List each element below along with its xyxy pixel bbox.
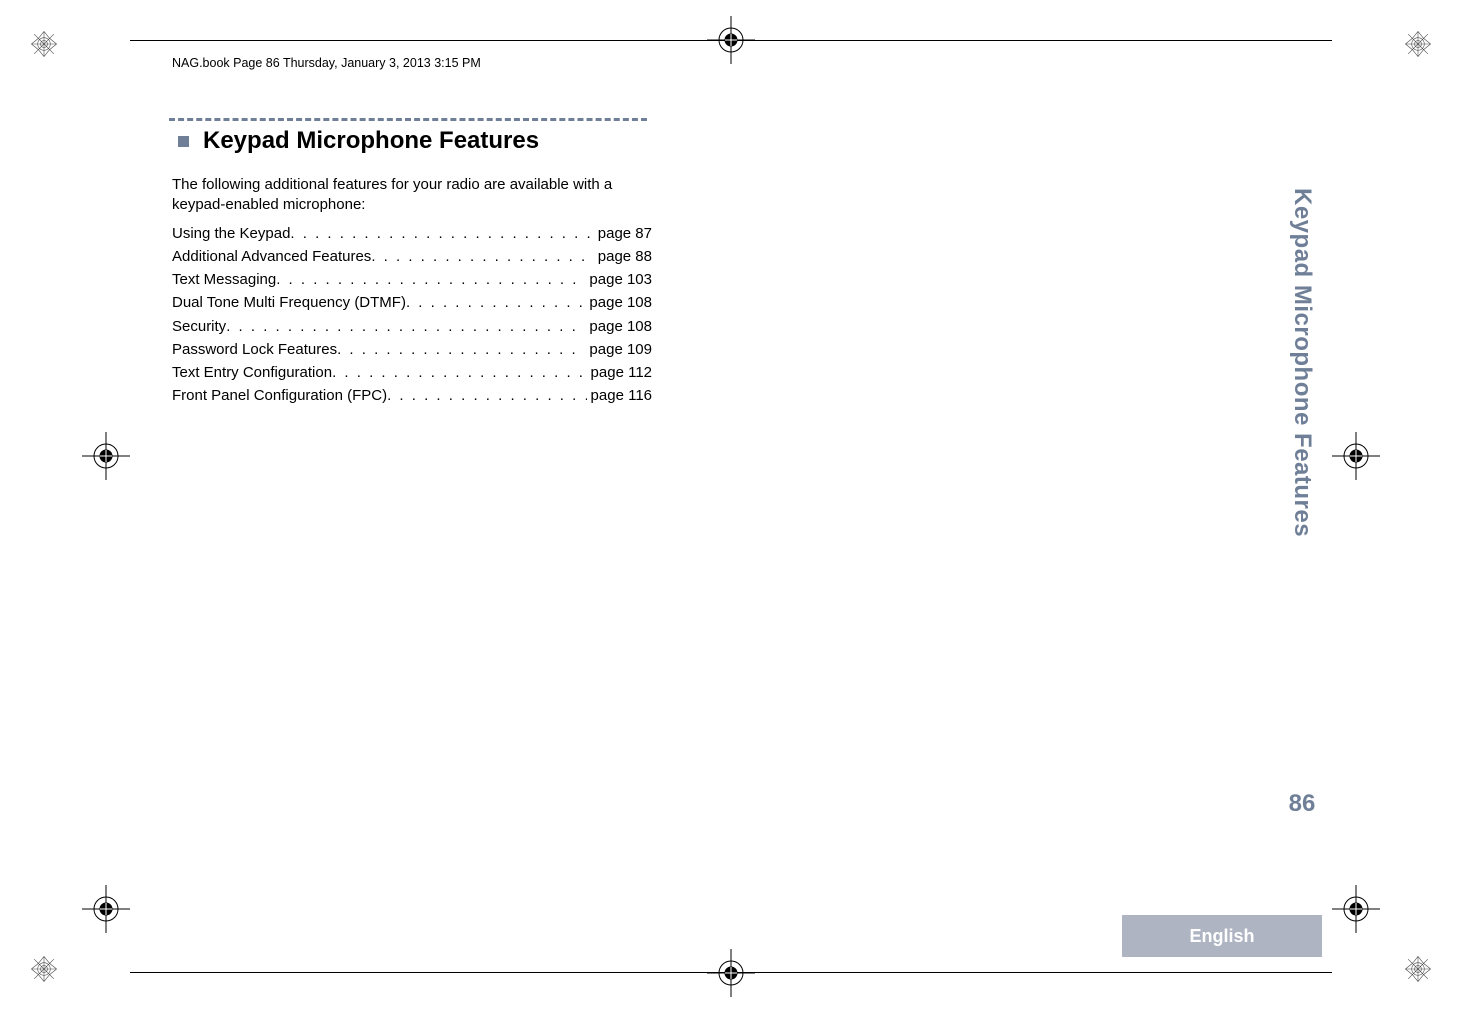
toc-page: page 88 <box>594 245 652 268</box>
section-title: Keypad Microphone Features <box>203 127 539 155</box>
crosshair-mark-icon <box>82 432 130 480</box>
toc-item: Security page 108 <box>172 315 652 338</box>
dashed-rule <box>169 118 647 121</box>
registration-mark-icon <box>1404 30 1432 58</box>
crosshair-mark-icon <box>1332 432 1380 480</box>
language-bar: English <box>1122 915 1322 957</box>
section-intro: The following additional features for yo… <box>172 175 652 216</box>
toc-item: Using the Keypad page 87 <box>172 222 652 245</box>
toc-page: page 103 <box>585 268 652 291</box>
crosshair-mark-icon <box>707 949 755 997</box>
leader-dots <box>337 338 585 361</box>
side-tab-text: Keypad Microphone Features <box>1288 188 1316 537</box>
section-heading-row: Keypad Microphone Features <box>178 127 652 155</box>
leader-dots <box>226 315 585 338</box>
toc-label: Front Panel Configuration (FPC) <box>172 384 387 407</box>
toc-label: Dual Tone Multi Frequency (DTMF) <box>172 291 406 314</box>
toc-page: page 109 <box>585 338 652 361</box>
toc-page: page 87 <box>594 222 652 245</box>
toc-label: Security <box>172 315 226 338</box>
leader-dots <box>371 245 593 268</box>
language-label: English <box>1189 926 1254 947</box>
toc-label: Password Lock Features <box>172 338 337 361</box>
toc-item: Dual Tone Multi Frequency (DTMF) page 10… <box>172 291 652 314</box>
toc-page: page 116 <box>587 384 652 407</box>
toc-label: Text Entry Configuration <box>172 361 332 384</box>
leader-dots <box>406 291 585 314</box>
content-block: Keypad Microphone Features The following… <box>172 118 652 408</box>
toc-list: Using the Keypad page 87 Additional Adva… <box>172 222 652 408</box>
toc-item: Front Panel Configuration (FPC) page 116 <box>172 384 652 407</box>
crosshair-mark-icon <box>82 885 130 933</box>
leader-dots <box>276 268 585 291</box>
toc-page: page 108 <box>585 291 652 314</box>
running-header: NAG.book Page 86 Thursday, January 3, 20… <box>172 56 481 70</box>
registration-mark-icon <box>30 30 58 58</box>
registration-mark-icon <box>30 955 58 983</box>
toc-page: page 108 <box>585 315 652 338</box>
toc-item: Text Messaging page 103 <box>172 268 652 291</box>
toc-item: Text Entry Configuration page 112 <box>172 361 652 384</box>
leader-dots <box>332 361 586 384</box>
toc-label: Text Messaging <box>172 268 276 291</box>
toc-label: Additional Advanced Features <box>172 245 371 268</box>
leader-dots <box>290 222 593 245</box>
crosshair-mark-icon <box>707 16 755 64</box>
side-tab: Keypad Microphone Features <box>1282 188 1322 943</box>
toc-item: Additional Advanced Features page 88 <box>172 245 652 268</box>
square-bullet-icon <box>178 136 189 147</box>
toc-label: Using the Keypad <box>172 222 290 245</box>
crosshair-mark-icon <box>1332 885 1380 933</box>
toc-item: Password Lock Features page 109 <box>172 338 652 361</box>
toc-page: page 112 <box>587 361 652 384</box>
page-number: 86 <box>1282 790 1322 818</box>
registration-mark-icon <box>1404 955 1432 983</box>
leader-dots <box>387 384 586 407</box>
